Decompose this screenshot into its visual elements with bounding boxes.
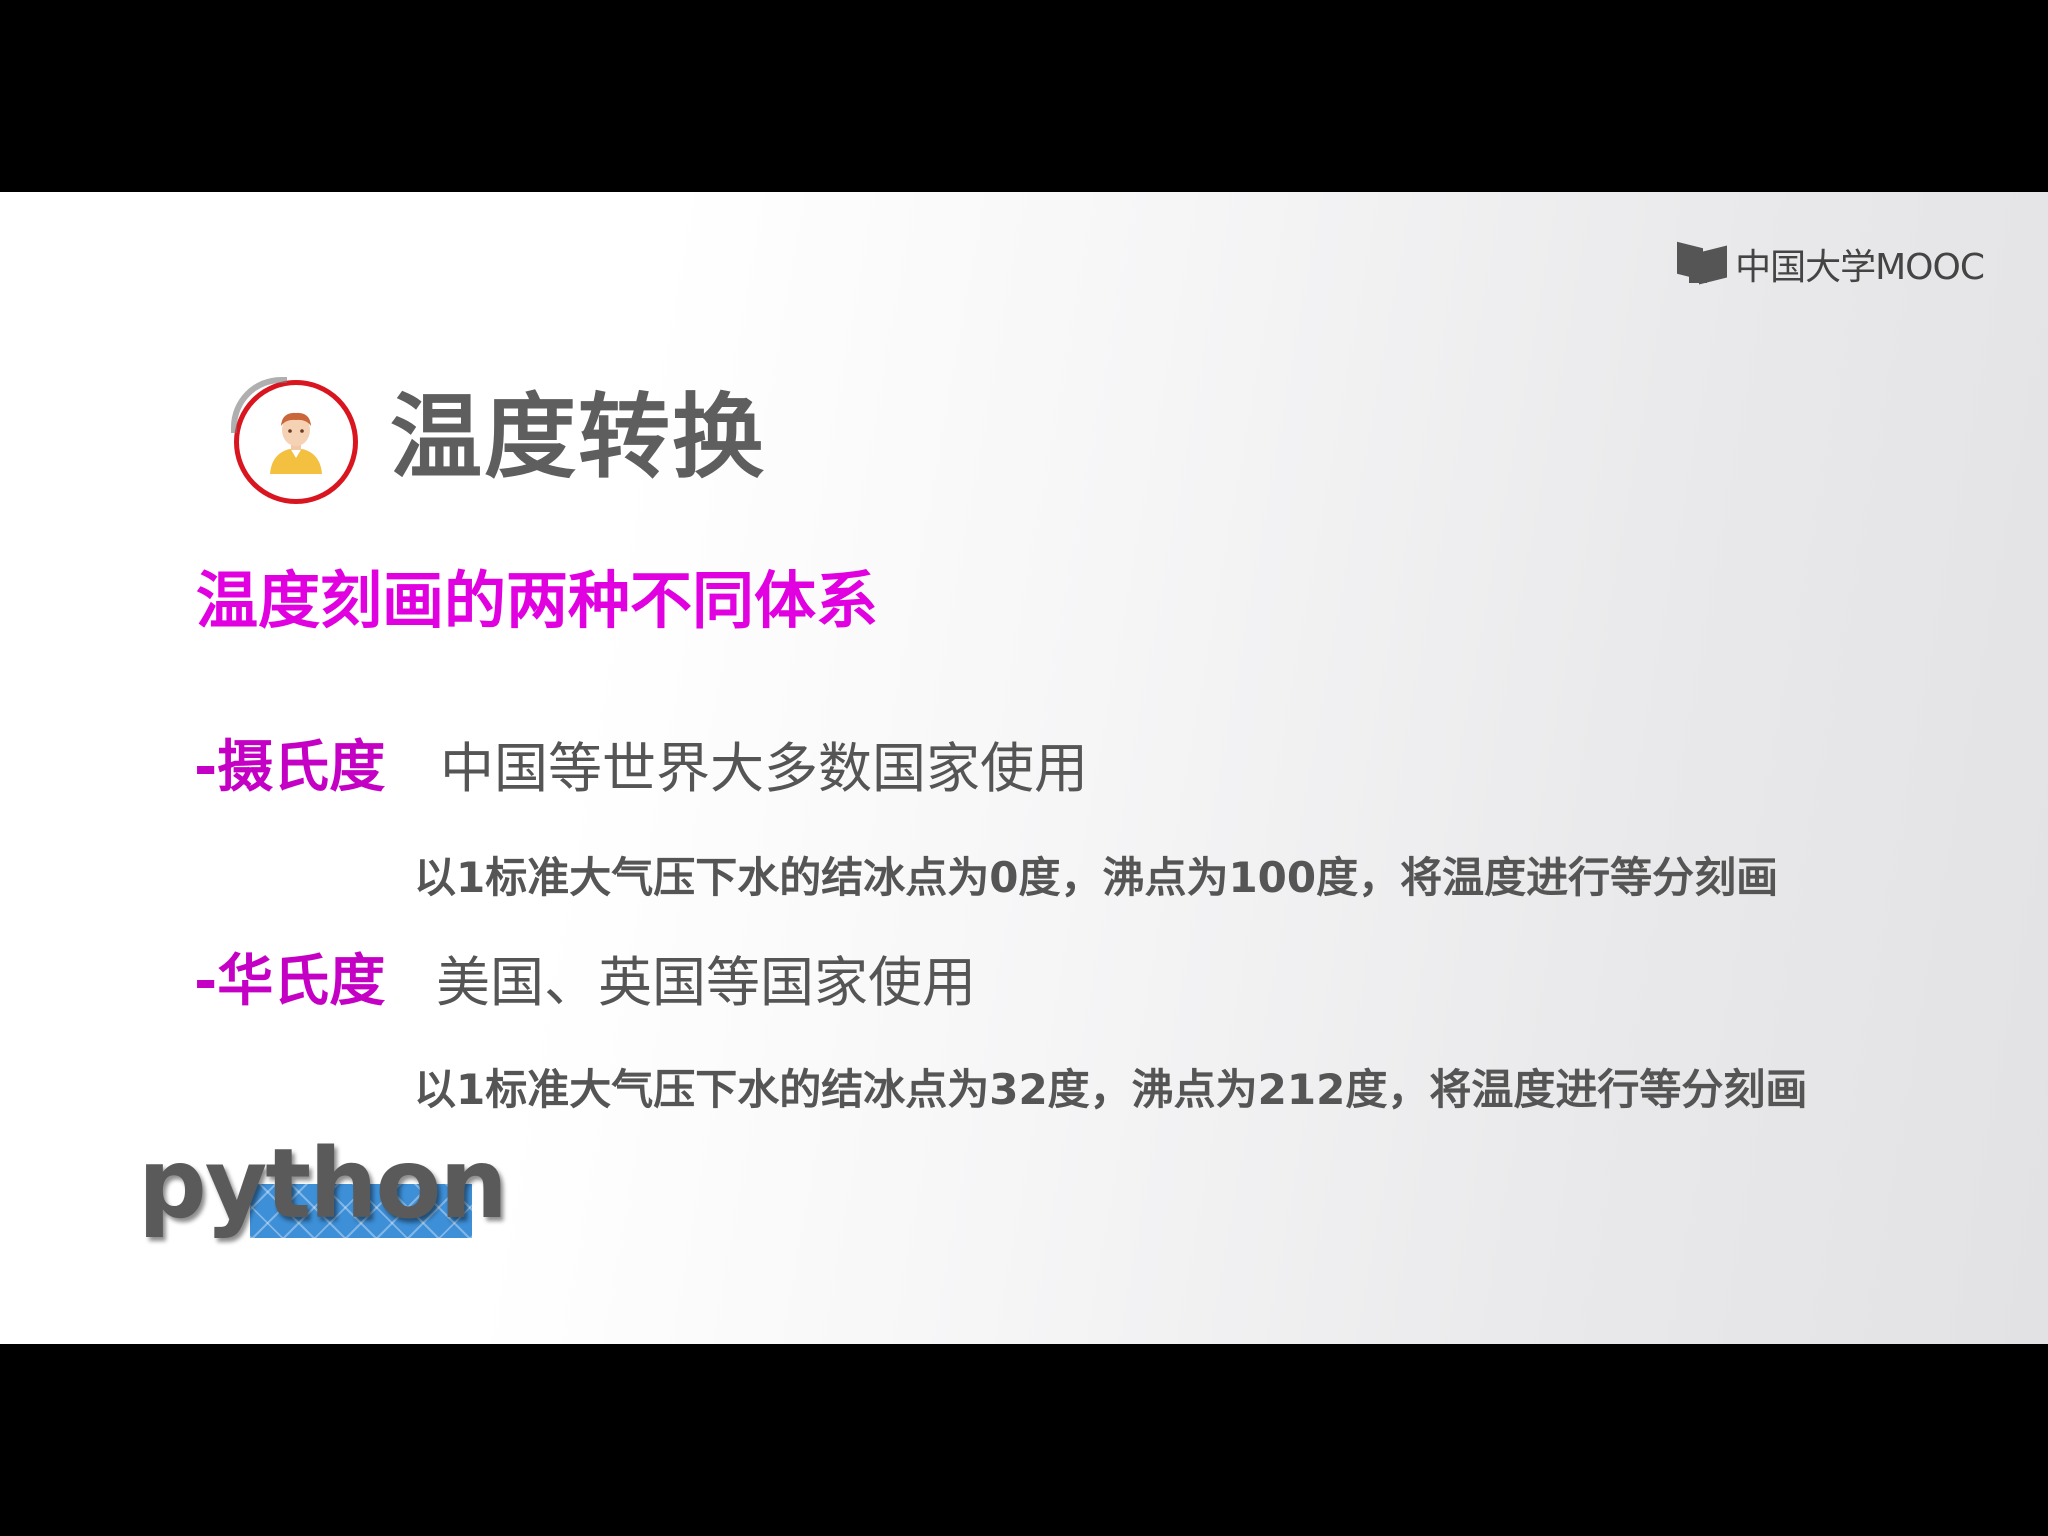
subtitle: 温度刻画的两种不同体系 (196, 564, 879, 637)
letterbox-bottom (0, 1344, 2048, 1536)
bullet-label-fahrenheit: -华氏度 (194, 949, 386, 1014)
detail-text-celsius: 以1标准大气压下水的结冰点为0度，沸点为100度，将温度进行等分刻画 (414, 853, 1779, 902)
book-logo-icon (1677, 241, 1731, 285)
python-logo: python (138, 1128, 508, 1246)
slide: 中国大学MOOC 温度转换 温度刻画的两种不同体系 -摄氏度 中国等世界大多数国… (0, 192, 2048, 1344)
python-logo-text: python (138, 1128, 508, 1240)
person-avatar-icon (270, 412, 322, 474)
bullet-text-fahrenheit: 美国、英国等国家使用 (436, 951, 976, 1014)
bullet-label-celsius: -摄氏度 (194, 735, 386, 800)
mooc-logo-text: 中国大学MOOC (1735, 247, 1985, 288)
avatar (231, 377, 358, 504)
mooc-logo: 中国大学MOOC (1677, 240, 1985, 288)
detail-text-fahrenheit: 以1标准大气压下水的结冰点为32度，沸点为212度，将温度进行等分刻画 (414, 1065, 1808, 1114)
letterbox-top (0, 0, 2048, 192)
bullet-text-celsius: 中国等世界大多数国家使用 (440, 737, 1088, 800)
page-title: 温度转换 (390, 384, 767, 491)
